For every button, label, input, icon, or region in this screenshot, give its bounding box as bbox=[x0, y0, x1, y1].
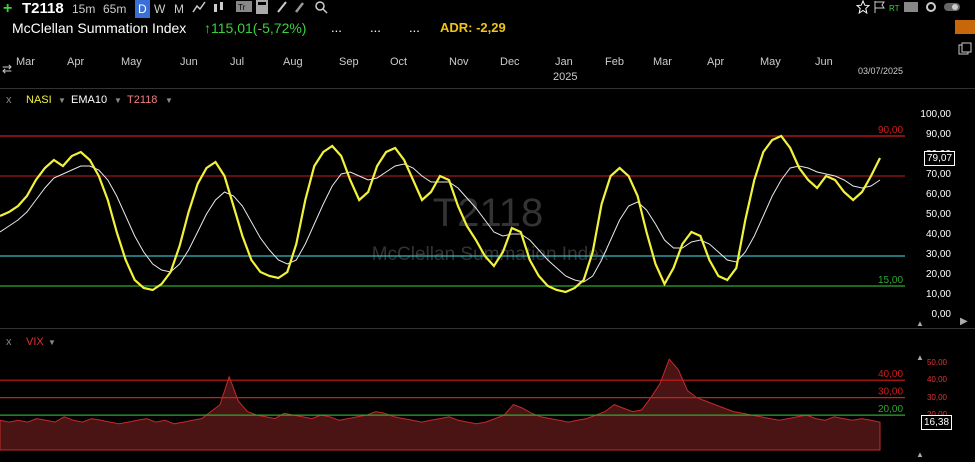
month-label: Mar bbox=[16, 56, 35, 68]
year-label: 2025 bbox=[553, 71, 578, 83]
timeframe-weekly[interactable]: W bbox=[154, 0, 165, 18]
magnifier-icon[interactable] bbox=[314, 0, 328, 18]
vix-area bbox=[0, 358, 881, 451]
level-label: 15,00 bbox=[878, 275, 903, 286]
price-change: ↑115,01(-5,72%) bbox=[204, 20, 306, 36]
bar-type-icon[interactable] bbox=[212, 0, 226, 18]
legend-t2118[interactable]: T2118 bbox=[127, 94, 157, 106]
month-label: Jan bbox=[555, 56, 573, 68]
current-date: 03/07/2025 bbox=[858, 66, 904, 76]
legend-ema10[interactable]: EMA10 bbox=[71, 94, 107, 106]
level-label: 40,00 bbox=[878, 369, 903, 380]
y-tick-label: 40,00 bbox=[925, 229, 951, 240]
indicator-icon[interactable]: Tr bbox=[236, 0, 252, 18]
month-label: Jun bbox=[180, 56, 198, 68]
divider bbox=[0, 328, 975, 329]
month-label: May bbox=[121, 56, 142, 68]
y-tick-label: 30,00 bbox=[925, 249, 951, 260]
level-label: 30,00 bbox=[878, 387, 903, 398]
chart-type-icon[interactable] bbox=[192, 0, 206, 18]
month-label: Apr bbox=[707, 56, 725, 68]
y-tick-label: 20,00 bbox=[925, 269, 951, 280]
last-price: 115,01 bbox=[211, 20, 253, 36]
draw-pencil-icon[interactable] bbox=[276, 0, 288, 18]
close-panel-icon[interactable]: x bbox=[6, 94, 12, 106]
month-label: Mar bbox=[653, 56, 672, 68]
y-tick-label: 0,00 bbox=[931, 309, 951, 320]
timeframe-15m[interactable]: 15m bbox=[72, 0, 95, 18]
y-tick-label: 50,00 bbox=[925, 209, 951, 220]
field-dots-3[interactable]: ... bbox=[409, 20, 420, 35]
field-dots-2[interactable]: ... bbox=[370, 20, 381, 35]
level-label: 90,00 bbox=[878, 125, 903, 136]
timeframe-monthly[interactable]: M bbox=[174, 0, 184, 18]
close-panel-icon[interactable]: x bbox=[6, 336, 12, 348]
symbol-label[interactable]: T2118 bbox=[22, 0, 64, 18]
percent-change: (-5,72%) bbox=[252, 20, 307, 36]
svg-text:Tr: Tr bbox=[238, 3, 246, 12]
toggle-icon[interactable] bbox=[944, 0, 960, 18]
month-label: Jun bbox=[815, 56, 833, 68]
adr-value: ADR: -2,29 bbox=[440, 20, 506, 35]
month-label: Feb bbox=[605, 56, 624, 68]
y-tick-label: 60,00 bbox=[925, 189, 951, 200]
divider bbox=[0, 88, 975, 89]
panel-resize-icon[interactable]: ▶ bbox=[960, 316, 968, 327]
realtime-icon[interactable]: RT bbox=[889, 0, 900, 18]
y-tick-label: 30,00 bbox=[926, 392, 947, 402]
dropdown-icon[interactable]: ▼ bbox=[114, 96, 122, 105]
main-y-axis: 100,0090,0080,0070,0060,0050,0040,0030,0… bbox=[905, 108, 956, 328]
main-chart[interactable]: T2118McClellan Summation Index90,0015,00 bbox=[0, 108, 975, 328]
expand-panel-button[interactable] bbox=[955, 20, 975, 34]
y-tick-label: 70,00 bbox=[925, 169, 951, 180]
indicator-title: McClellan Summation Index bbox=[12, 20, 187, 36]
flag-icon[interactable] bbox=[873, 0, 887, 18]
axis-arrow-icon[interactable]: ▲ bbox=[916, 450, 924, 459]
brush-icon[interactable] bbox=[294, 0, 306, 18]
time-axis: Mar Apr May Jun Jul Aug Sep Oct Nov Dec … bbox=[0, 56, 975, 86]
legend-vix[interactable]: VIX bbox=[26, 336, 44, 348]
main-legend: x NASI ▼ EMA10 ▼ T2118 ▼ bbox=[0, 94, 200, 108]
zoom-icon[interactable]: ⇄ bbox=[2, 62, 12, 76]
settings-box-icon[interactable] bbox=[904, 0, 918, 18]
watermark-symbol: T2118 bbox=[433, 191, 543, 235]
month-label: Dec bbox=[500, 56, 520, 68]
top-toolbar: + T2118 15m 65m D W M Tr RT bbox=[0, 0, 975, 18]
month-label: Jul bbox=[230, 56, 245, 68]
timeframe-65m[interactable]: 65m bbox=[103, 0, 126, 18]
star-icon[interactable] bbox=[855, 0, 871, 18]
timeframe-daily[interactable]: D bbox=[135, 0, 150, 18]
month-label: Oct bbox=[390, 56, 408, 68]
month-label: Sep bbox=[339, 56, 359, 68]
field-dots-1[interactable]: ... bbox=[331, 20, 342, 35]
dropdown-icon[interactable]: ▼ bbox=[58, 96, 66, 105]
y-tick-label: 50,00 bbox=[926, 357, 947, 367]
vix-y-axis: 50,0040,0030,0020,0016,38 bbox=[905, 350, 953, 454]
vix-chart[interactable]: 40,00 30,00 20,00 bbox=[0, 350, 975, 454]
vix-legend: x VIX ▼ bbox=[0, 336, 100, 350]
month-label: Apr bbox=[67, 56, 85, 68]
legend-nasi[interactable]: NASI bbox=[26, 94, 52, 106]
up-arrow-icon: ↑ bbox=[204, 20, 211, 36]
month-label: Nov bbox=[449, 56, 469, 68]
dropdown-icon[interactable]: ▼ bbox=[165, 96, 173, 105]
dropdown-icon[interactable]: ▼ bbox=[48, 338, 56, 347]
plus-icon[interactable]: + bbox=[3, 0, 12, 18]
level-label: 20,00 bbox=[878, 404, 903, 415]
month-label: May bbox=[760, 56, 781, 68]
y-tick-label: 10,00 bbox=[925, 289, 951, 300]
axis-arrow-icon[interactable]: ▲ bbox=[916, 353, 924, 362]
y-tick-label: 100,00 bbox=[920, 109, 951, 120]
y-tick-label: 40,00 bbox=[926, 375, 947, 385]
vix-last-value-box: 16,38 bbox=[921, 415, 953, 431]
calculator-icon[interactable] bbox=[256, 0, 268, 18]
gear-icon[interactable] bbox=[924, 0, 938, 18]
last-value-box: 79,07 bbox=[924, 150, 956, 166]
y-tick-label: 90,00 bbox=[925, 129, 951, 140]
axis-arrow-icon[interactable]: ▲ bbox=[916, 319, 924, 328]
month-label: Aug bbox=[283, 56, 303, 68]
